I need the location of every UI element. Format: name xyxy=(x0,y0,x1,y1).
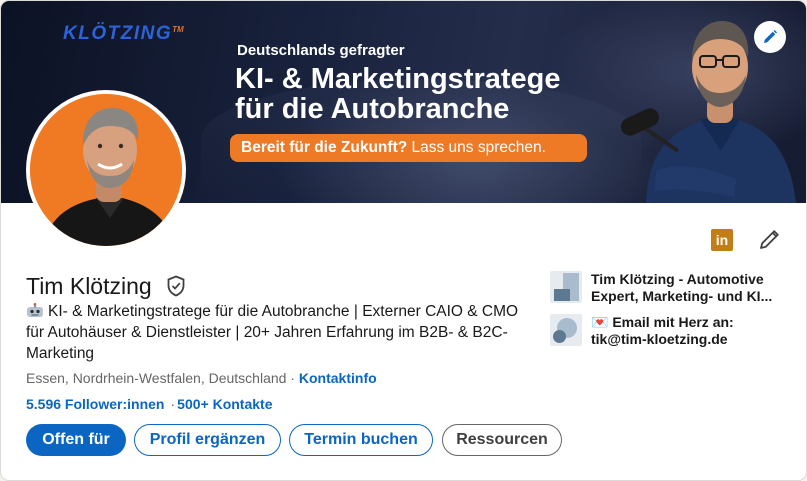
banner-brand-logo: KLÖTZINGTM xyxy=(63,23,184,44)
open-to-button[interactable]: Offen für xyxy=(26,424,126,456)
verified-shield-icon[interactable] xyxy=(166,275,186,297)
book-appointment-button[interactable]: Termin buchen xyxy=(289,424,433,456)
edit-profile-pencil-icon[interactable] xyxy=(758,227,782,251)
profile-name: Tim Klötzing xyxy=(26,273,152,299)
avatar[interactable] xyxy=(26,90,186,250)
education-line-2: tik@tim-kloetzing.de xyxy=(591,331,728,347)
connections-link[interactable]: 500+ Kontakte xyxy=(177,396,272,412)
banner-cta-pill: Bereit für die Zukunft? Lass uns spreche… xyxy=(230,134,587,162)
position-line-2: Expert, Marketing- und KI... xyxy=(591,288,773,304)
profile-headline: KI- & Marketingstratege für die Autobran… xyxy=(26,303,519,362)
contact-info-link[interactable]: Kontaktinfo xyxy=(299,370,377,386)
company-logo xyxy=(550,271,582,303)
add-profile-section-button[interactable]: Profil ergänzen xyxy=(134,424,281,456)
banner-subtitle: Deutschlands gefragter xyxy=(237,42,405,59)
profile-location: Essen, Nordrhein-Westfalen, Deutschland … xyxy=(26,370,377,386)
linkedin-icon[interactable]: in xyxy=(711,229,733,251)
school-logo xyxy=(550,314,582,346)
profile-card: KLÖTZINGTM Deutschlands gefragter KI- & … xyxy=(0,0,807,481)
current-position-item[interactable]: Tim Klötzing - Automotive Expert, Market… xyxy=(550,271,791,305)
profile-photo xyxy=(30,94,182,246)
education-line-1: 💌 Email mit Herz an: xyxy=(591,314,734,330)
banner-title: KI- & Marketingstratege für die Autobran… xyxy=(235,63,561,125)
position-line-1: Tim Klötzing - Automotive xyxy=(591,271,764,287)
edit-banner-button[interactable] xyxy=(754,21,786,53)
followers-link[interactable]: 5.596 Follower:innen xyxy=(26,396,164,412)
profile-stats: 5.596 Follower:innen · 500+ Kontakte xyxy=(26,396,273,412)
education-item[interactable]: 💌 Email mit Herz an: tik@tim-kloetzing.d… xyxy=(550,314,791,348)
robot-emoji-icon xyxy=(27,303,43,317)
love-letter-icon: 💌 xyxy=(591,314,609,330)
resources-button[interactable]: Ressourcen xyxy=(442,424,562,456)
pencil-icon xyxy=(764,30,777,43)
